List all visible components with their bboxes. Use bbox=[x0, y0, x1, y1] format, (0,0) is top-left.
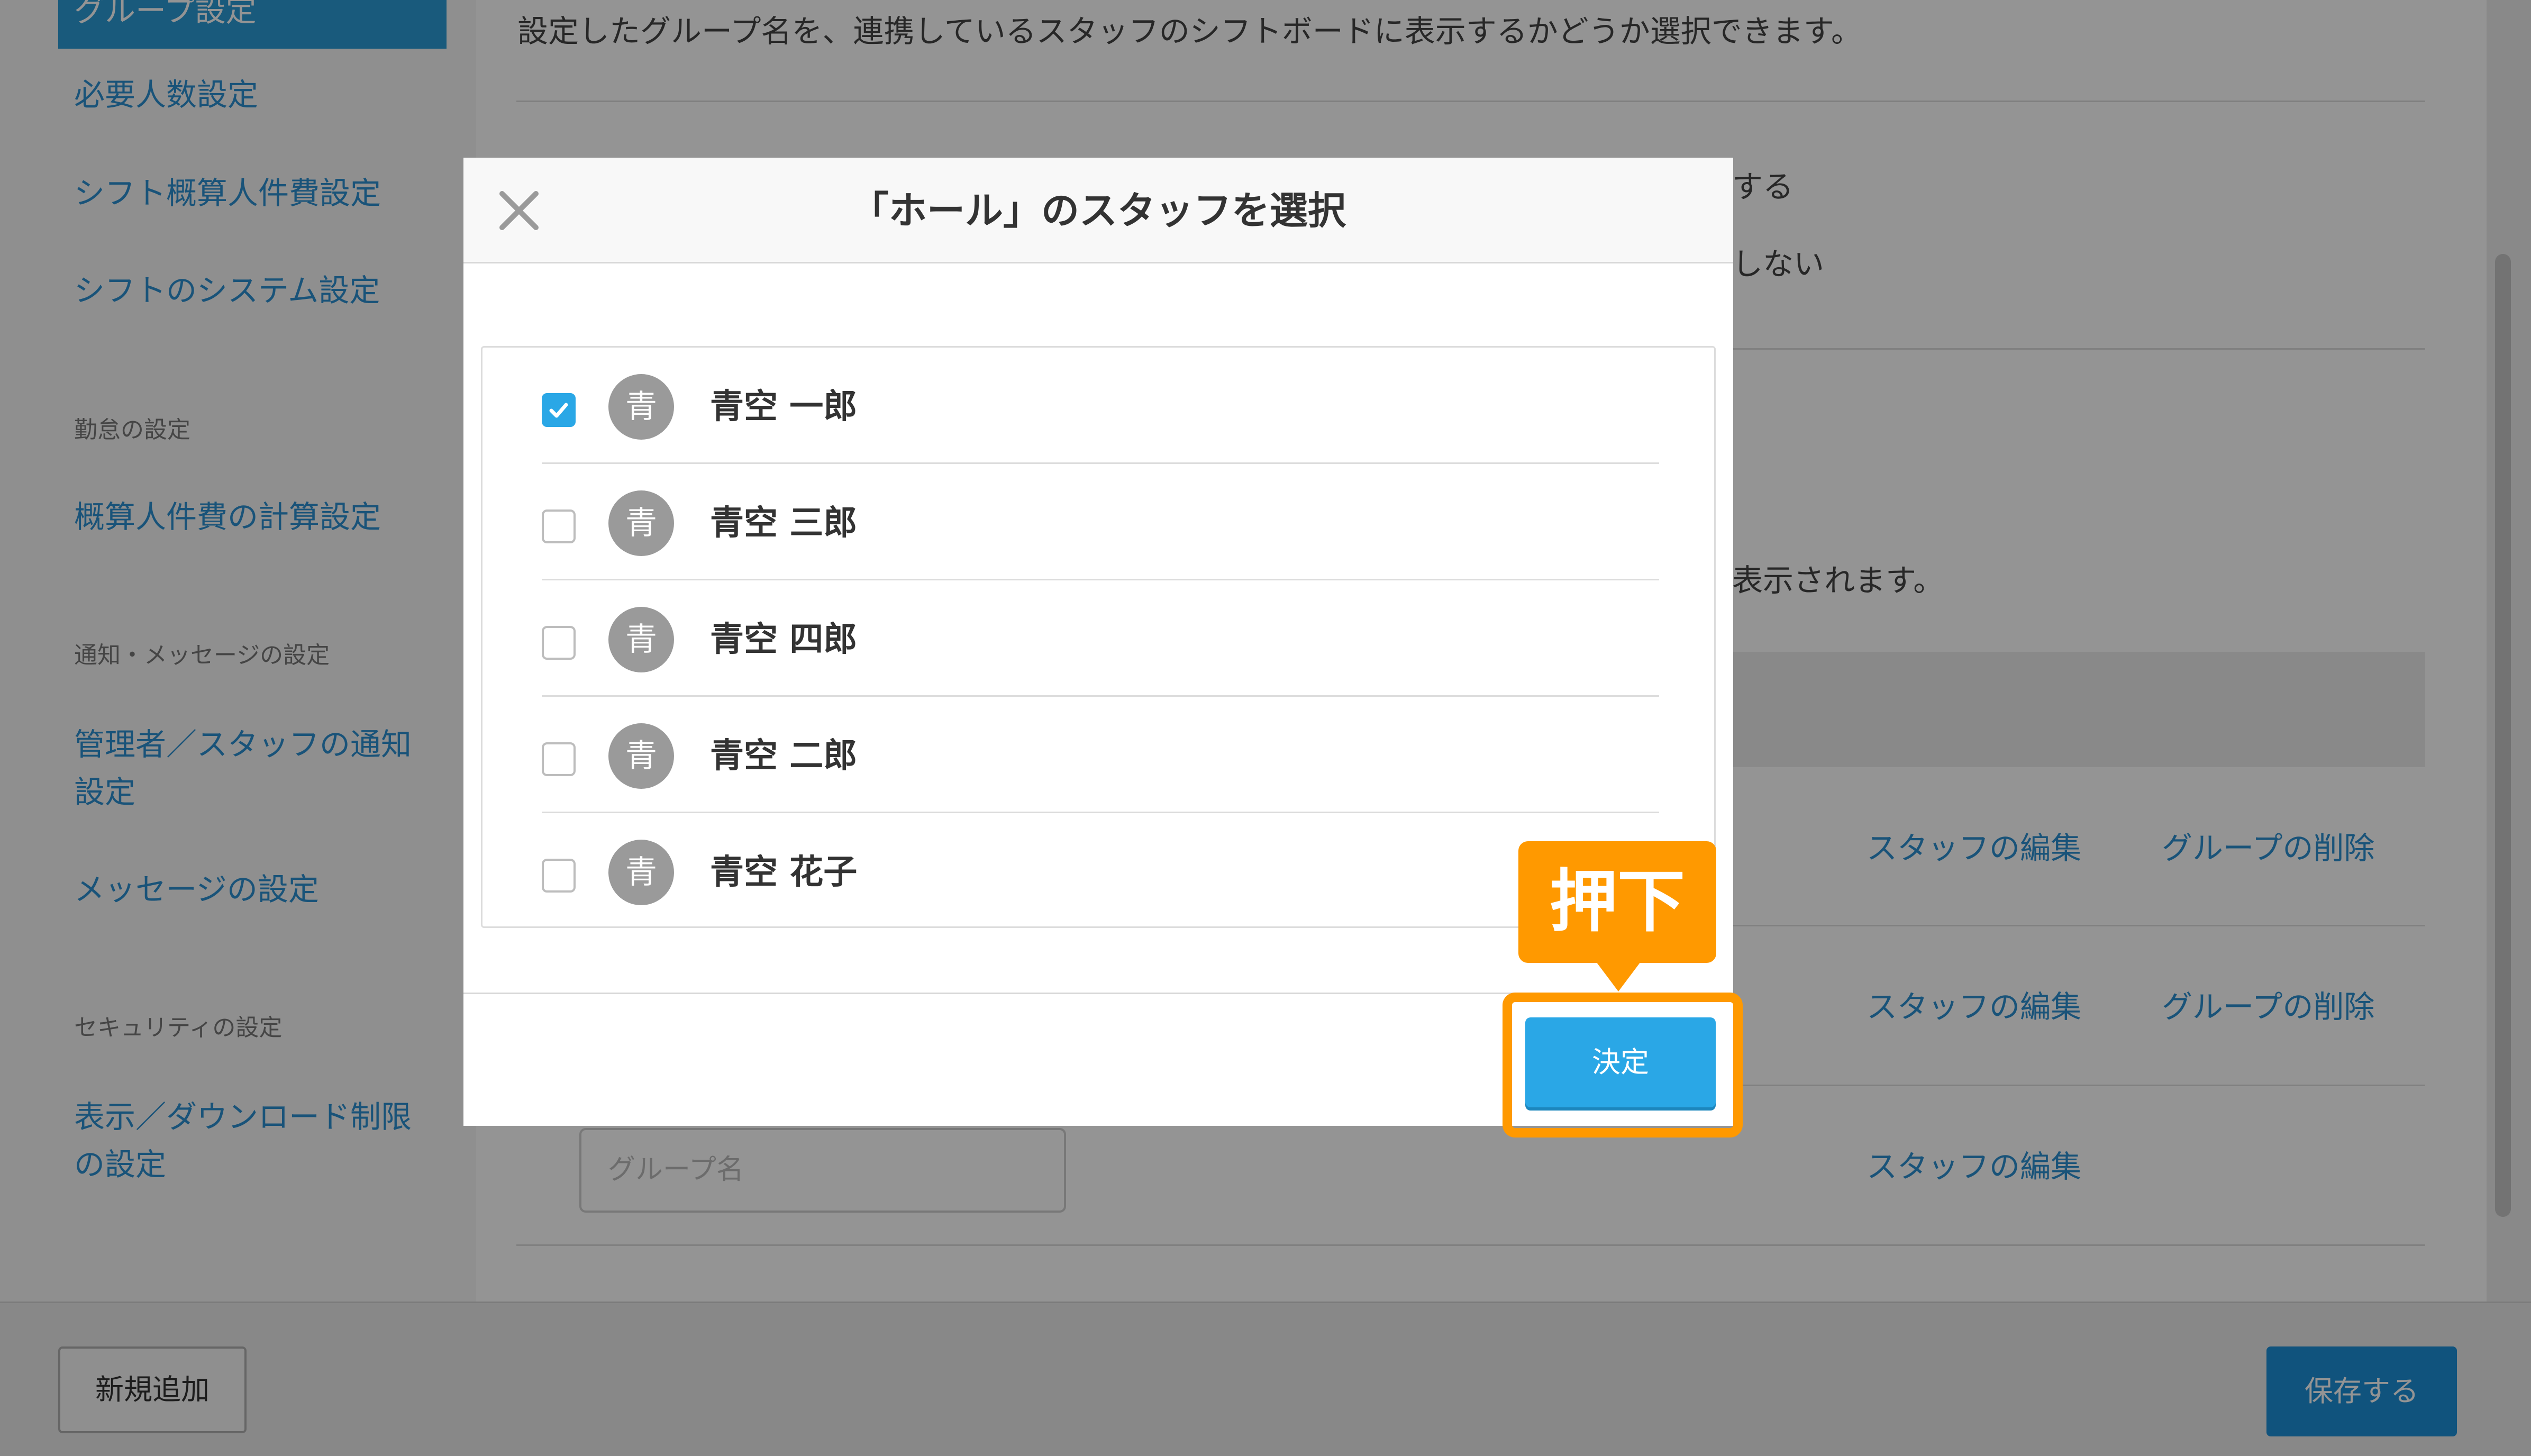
avatar: 青 bbox=[608, 840, 674, 905]
avatar: 青 bbox=[608, 490, 674, 556]
staff-row[interactable]: 青 青空 花子 bbox=[542, 813, 1659, 930]
modal-header: 「ホール」のスタッフを選択 bbox=[463, 158, 1733, 263]
staff-checkbox[interactable] bbox=[542, 626, 576, 660]
staff-checkbox[interactable] bbox=[542, 393, 576, 427]
avatar: 青 bbox=[608, 374, 674, 440]
modal-title: 「ホール」のスタッフを選択 bbox=[850, 188, 1346, 233]
staff-name: 青空 四郎 bbox=[710, 620, 858, 659]
avatar: 青 bbox=[608, 607, 674, 672]
staff-row[interactable]: 青 青空 三郎 bbox=[542, 464, 1659, 580]
staff-name: 青空 三郎 bbox=[710, 504, 858, 543]
staff-list: 青 青空 一郎 青 青空 三郎 青 青空 四郎 青 青空 二郎 青 青空 花子 bbox=[481, 346, 1716, 928]
staff-name: 青空 花子 bbox=[710, 853, 858, 892]
press-callout: 押下 bbox=[1518, 841, 1716, 963]
highlight-frame bbox=[1503, 993, 1743, 1138]
staff-row[interactable]: 青 青空 一郎 bbox=[542, 348, 1659, 464]
staff-row[interactable]: 青 青空 二郎 bbox=[542, 697, 1659, 813]
staff-row[interactable]: 青 青空 四郎 bbox=[542, 580, 1659, 697]
staff-checkbox[interactable] bbox=[542, 742, 576, 776]
staff-select-modal: 「ホール」のスタッフを選択 青 青空 一郎 青 青空 三郎 青 青空 四郎 青 … bbox=[463, 158, 1733, 1126]
callout-tail bbox=[1596, 962, 1641, 991]
avatar: 青 bbox=[608, 723, 674, 789]
staff-name: 青空 二郎 bbox=[710, 736, 858, 776]
staff-checkbox[interactable] bbox=[542, 859, 576, 893]
staff-name: 青空 一郎 bbox=[710, 387, 858, 426]
staff-checkbox[interactable] bbox=[542, 509, 576, 543]
close-icon[interactable] bbox=[493, 184, 545, 237]
check-icon bbox=[549, 403, 568, 418]
